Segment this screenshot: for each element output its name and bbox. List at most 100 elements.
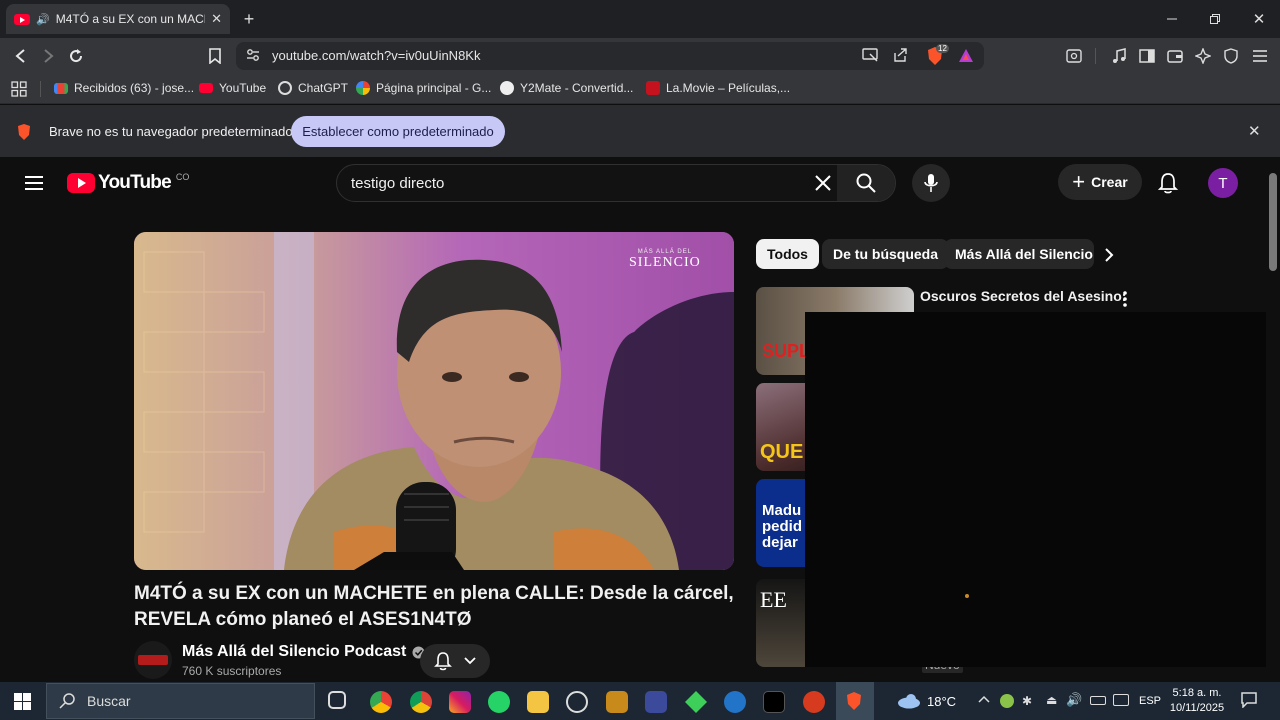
bookmark-lamovie[interactable]: La.Movie – Películas,... <box>646 81 790 95</box>
instagram-icon[interactable] <box>449 691 471 713</box>
notifications-center-icon[interactable] <box>1241 692 1257 708</box>
bookmark-label: La.Movie – Películas,... <box>666 81 791 95</box>
thumbnail-text: EE <box>760 587 787 612</box>
youtube-favicon-icon <box>14 13 30 25</box>
close-window-button[interactable]: ✕ <box>1248 8 1270 30</box>
site-info-icon[interactable] <box>246 48 260 62</box>
tray-chevron-up-icon[interactable] <box>978 695 990 703</box>
bookmark-y2mate[interactable]: Y2Mate - Convertid... <box>500 81 633 95</box>
speedometer-icon[interactable] <box>566 691 588 713</box>
system-clock[interactable]: 5:18 a. m. 10/11/2025 <box>1162 686 1232 716</box>
subscription-notifications-button[interactable] <box>420 644 490 678</box>
bookmark-page-icon[interactable] <box>203 44 227 68</box>
weather-cloud-icon[interactable] <box>897 693 921 709</box>
search-input[interactable]: testigo directo <box>336 164 896 202</box>
battery-icon[interactable] <box>1090 696 1106 705</box>
channel-watermark: MÁS ALLÁ DEL SILENCIO <box>629 249 701 271</box>
vpn-shield-icon[interactable] <box>1219 44 1243 68</box>
windows-start-icon[interactable] <box>14 693 31 710</box>
diamond-icon[interactable] <box>685 691 707 713</box>
volume-icon[interactable]: 🔊 <box>1066 692 1082 708</box>
whatsapp-icon[interactable] <box>488 691 510 713</box>
temperature[interactable]: 18°C <box>927 694 956 709</box>
taskbar-search-input[interactable]: Buscar <box>46 683 315 719</box>
language-indicator[interactable]: ESP <box>1139 695 1161 707</box>
page-scrollbar[interactable] <box>1266 157 1280 682</box>
clear-search-icon[interactable] <box>815 175 831 191</box>
media-music-icon[interactable] <box>1107 44 1131 68</box>
forward-button[interactable] <box>36 44 60 68</box>
youtube-icon <box>199 83 213 93</box>
subscriber-count: 760 K suscriptores <box>182 664 282 678</box>
new-tab-button[interactable]: + <box>238 8 260 30</box>
reader-mode-icon[interactable] <box>1062 44 1086 68</box>
channel-name[interactable]: Más Allá del Silencio Podcast <box>182 643 425 661</box>
gmail-icon <box>54 82 68 94</box>
toolbar-divider <box>1095 48 1096 64</box>
app-a-icon[interactable] <box>645 691 667 713</box>
video-player[interactable]: MÁS ALLÁ DEL SILENCIO <box>134 232 734 570</box>
address-bar[interactable]: youtube.com/watch?v=iv0uUinN8Kk 12 <box>236 42 984 70</box>
y2mate-icon <box>500 81 514 95</box>
chrome-icon[interactable] <box>410 691 432 713</box>
share-icon[interactable] <box>892 47 908 63</box>
tray-bluetooth-icon[interactable]: ✱ <box>1022 694 1032 708</box>
cast-icon[interactable] <box>862 48 878 62</box>
browser-menu-icon[interactable] <box>1248 44 1272 68</box>
sidebar-toggle-icon[interactable] <box>1135 44 1159 68</box>
chrome-canary-icon[interactable] <box>370 691 392 713</box>
lamovie-icon <box>646 81 660 95</box>
set-default-browser-button[interactable]: Establecer como predeterminado <box>291 116 505 147</box>
presentation-app-icon[interactable] <box>803 691 825 713</box>
search-button[interactable] <box>837 165 895 201</box>
apps-grid-icon[interactable] <box>11 81 27 97</box>
task-view-icon[interactable] <box>328 691 346 709</box>
brave-rewards-icon[interactable] <box>958 48 974 63</box>
chip-todos[interactable]: Todos <box>756 239 819 269</box>
voice-search-button[interactable] <box>912 164 950 202</box>
file-explorer-icon[interactable] <box>527 691 549 713</box>
leo-ai-icon[interactable] <box>1191 44 1215 68</box>
scrollbar-thumb[interactable] <box>1269 173 1277 271</box>
account-avatar[interactable]: T <box>1208 168 1238 198</box>
create-button[interactable]: + Crear <box>1058 164 1142 200</box>
game-icon[interactable] <box>606 691 628 713</box>
family-app-icon[interactable] <box>724 691 746 713</box>
network-icon[interactable] <box>1113 694 1129 706</box>
guide-menu-icon[interactable] <box>25 175 43 191</box>
brave-shields-icon[interactable]: 12 <box>926 44 949 66</box>
bell-icon <box>434 651 452 671</box>
tray-usb-icon[interactable]: ⏏ <box>1046 693 1057 707</box>
tab-title: M4TÓ a su EX con un MACHETE en plena CAL… <box>55 12 205 26</box>
bookmark-gmail[interactable]: Recibidos (63) - jose... <box>54 81 194 95</box>
youtube-logo[interactable]: YouTube CO <box>67 172 189 194</box>
bookmark-label: YouTube <box>219 81 267 95</box>
recommendation-title[interactable]: Oscuros Secretos del Asesino: <box>920 288 1126 304</box>
more-actions-icon[interactable] <box>1122 291 1128 307</box>
tiktok-icon[interactable] <box>763 691 785 713</box>
dark-overlay-window <box>805 312 1280 667</box>
close-infobar-icon[interactable]: ✕ <box>1248 122 1261 140</box>
chip-channel[interactable]: Más Allá del Silencio P <box>944 239 1094 269</box>
notifications-bell-icon[interactable] <box>1158 172 1178 194</box>
infobar-message: Brave no es tu navegador predeterminado <box>49 124 293 139</box>
back-button[interactable] <box>9 44 33 68</box>
chip-next-chevron-icon[interactable] <box>1104 248 1114 262</box>
thumbnail-text: QUE <box>760 441 804 463</box>
minimize-window-button[interactable] <box>1161 8 1183 30</box>
bookmark-google[interactable]: Página principal - G... <box>356 81 491 95</box>
speaker-icon[interactable]: 🔊 <box>36 13 50 26</box>
browser-tab-active[interactable]: 🔊 M4TÓ a su EX con un MACHETE en plena C… <box>6 4 230 34</box>
restore-window-button[interactable] <box>1204 8 1226 30</box>
channel-avatar[interactable] <box>134 641 172 679</box>
google-icon <box>356 81 370 95</box>
tray-app-icon[interactable] <box>1000 694 1014 708</box>
brave-app-icon <box>845 691 863 711</box>
close-tab-icon[interactable]: ✕ <box>211 11 222 27</box>
wallet-icon[interactable] <box>1163 44 1187 68</box>
youtube-play-icon <box>67 173 95 193</box>
bookmark-youtube[interactable]: YouTube <box>199 81 266 95</box>
bookmark-chatgpt[interactable]: ChatGPT <box>278 81 348 95</box>
chip-de-tu-busqueda[interactable]: De tu búsqueda <box>822 239 950 269</box>
reload-button[interactable] <box>64 44 88 68</box>
